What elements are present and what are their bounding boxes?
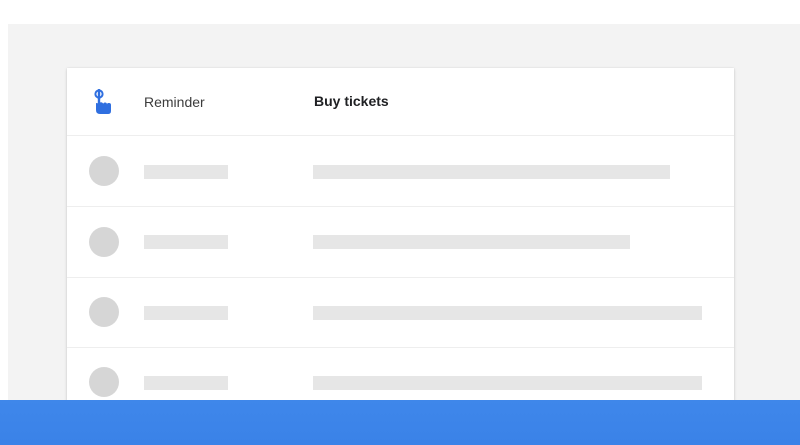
placeholder-text-bar: [313, 376, 702, 390]
reminder-title: Buy tickets: [314, 93, 389, 109]
bottom-banner: [0, 400, 800, 445]
placeholder-row: [67, 348, 734, 408]
reminder-item[interactable]: Reminder Buy tickets: [67, 68, 734, 136]
placeholder-label-bar: [144, 235, 228, 249]
placeholder-text-bar: [313, 165, 670, 179]
placeholder-label-bar: [144, 165, 228, 179]
placeholder-avatar: [89, 297, 119, 327]
placeholder-row: [67, 136, 734, 207]
placeholder-row: [67, 278, 734, 348]
placeholder-text-bar: [313, 306, 702, 320]
placeholder-label-bar: [144, 376, 228, 390]
reminder-label: Reminder: [144, 94, 205, 110]
placeholder-label-bar: [144, 306, 228, 320]
reminder-hand-icon: [91, 88, 115, 117]
placeholder-avatar: [89, 156, 119, 186]
placeholder-avatar: [89, 227, 119, 257]
placeholder-avatar: [89, 367, 119, 397]
reminder-list-card: Reminder Buy tickets: [67, 68, 734, 408]
placeholder-text-bar: [313, 235, 630, 249]
placeholder-row: [67, 207, 734, 278]
screen: Reminder Buy tickets: [0, 0, 800, 445]
